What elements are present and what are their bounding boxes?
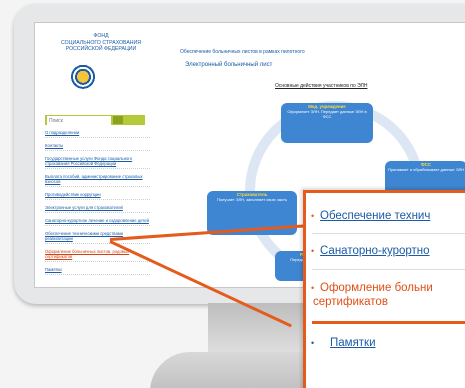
left-menu-item[interactable]: Контакты [45, 143, 150, 151]
callout-item[interactable]: Памятки [330, 336, 376, 350]
left-menu-item[interactable]: О подразделении [45, 130, 150, 138]
active-underline [312, 321, 465, 324]
divider [312, 233, 465, 234]
left-menu-item[interactable]: Государственные услуги Фонда социального… [45, 156, 150, 169]
callout-item-active[interactable]: Оформление больни [320, 281, 433, 295]
search-bar [45, 115, 145, 126]
diagram-box-med: Мед. учреждение Оформляет ЭЛН. Передает … [281, 103, 373, 143]
diagram-box-text: Оформляет ЭЛН. Передает данные ЭЛН в ФСС [287, 108, 367, 119]
left-menu-item[interactable]: Электронные услуги для страхователей [45, 205, 150, 213]
search-button[interactable] [113, 116, 123, 124]
fund-name: ФОНД СОЦИАЛЬНОГО СТРАХОВАНИЯ РОССИЙСКОЙ … [51, 33, 151, 53]
callout-item-active-line2[interactable]: сертификатов [313, 295, 388, 309]
diagram-box-text: Получает ЭЛН, заполняет свою часть [217, 196, 287, 202]
left-menu-item[interactable]: Санаторно-курортное лечение и оздоровлен… [45, 218, 150, 226]
divider [312, 269, 465, 270]
site-header-left: ФОНД СОЦИАЛЬНОГО СТРАХОВАНИЯ РОССИЙСКОЙ … [45, 33, 165, 53]
page-title: Электронный больничный лист [185, 62, 273, 68]
bullet-icon: • [311, 338, 315, 348]
zoom-callout: • Обеспечение технич • Санаторно-курортн… [303, 190, 465, 388]
callout-item[interactable]: Санаторно-курортно [320, 244, 430, 258]
bullet-icon: • [311, 283, 315, 293]
diagram-title: Основные действия участников по ЭЛН [275, 83, 368, 89]
diagram-box-text: Принимает и обрабатывает данные ЭЛН [388, 166, 464, 172]
left-menu-item[interactable]: Выплата пособий, администрирование страх… [45, 174, 150, 187]
left-menu-item[interactable]: Противодействие коррупции [45, 192, 150, 200]
bullet-icon: • [311, 246, 315, 256]
screenshot-stage: ФОНД СОЦИАЛЬНОГО СТРАХОВАНИЯ РОССИЙСКОЙ … [0, 0, 465, 388]
fund-name-line: РОССИЙСКОЙ ФЕДЕРАЦИИ [65, 46, 137, 52]
search-input[interactable] [47, 116, 111, 126]
callout-item[interactable]: Обеспечение технич [320, 209, 430, 223]
left-menu: О подразделении Контакты Государственные… [45, 130, 150, 280]
fss-emblem-logo [65, 57, 101, 93]
top-breadcrumb-link[interactable]: Обеспечение больничных листов в рамках п… [180, 49, 305, 55]
bullet-icon: • [311, 211, 315, 221]
left-menu-item[interactable]: Памятки [45, 267, 150, 275]
